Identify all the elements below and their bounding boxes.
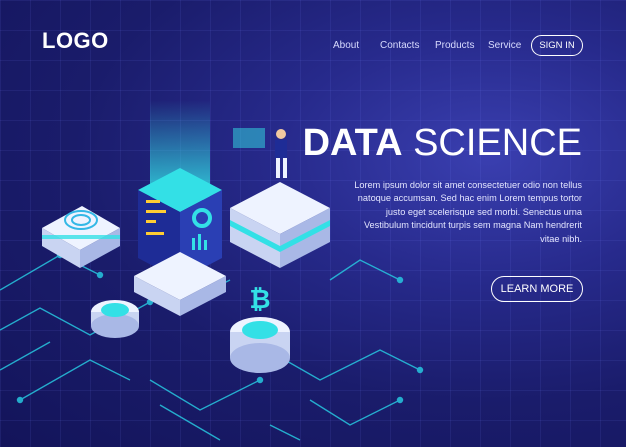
hero-title: DATA SCIENCE xyxy=(303,124,582,162)
nav-contacts[interactable]: Contacts xyxy=(380,40,419,51)
nav-about[interactable]: About xyxy=(333,40,359,51)
logo[interactable]: LOGO xyxy=(42,28,109,54)
person-icon xyxy=(233,128,287,178)
small-cylinder xyxy=(91,300,139,338)
hero-description: Lorem ipsum dolor sit amet consectetuer … xyxy=(354,180,582,244)
hero-title-bold: DATA xyxy=(302,122,403,164)
stack-platform xyxy=(230,182,330,268)
nav-products[interactable]: Products xyxy=(435,40,474,51)
learn-more-button[interactable]: LEARN MORE xyxy=(491,276,583,302)
sign-in-button[interactable]: SIGN IN xyxy=(531,35,583,56)
nav-service[interactable]: Service xyxy=(488,40,521,51)
svg-text:₿: ₿ xyxy=(249,285,270,315)
hero-title-light: SCIENCE xyxy=(413,122,582,164)
bitcoin-icon: ₿ xyxy=(230,285,290,373)
server-icon xyxy=(134,168,226,316)
